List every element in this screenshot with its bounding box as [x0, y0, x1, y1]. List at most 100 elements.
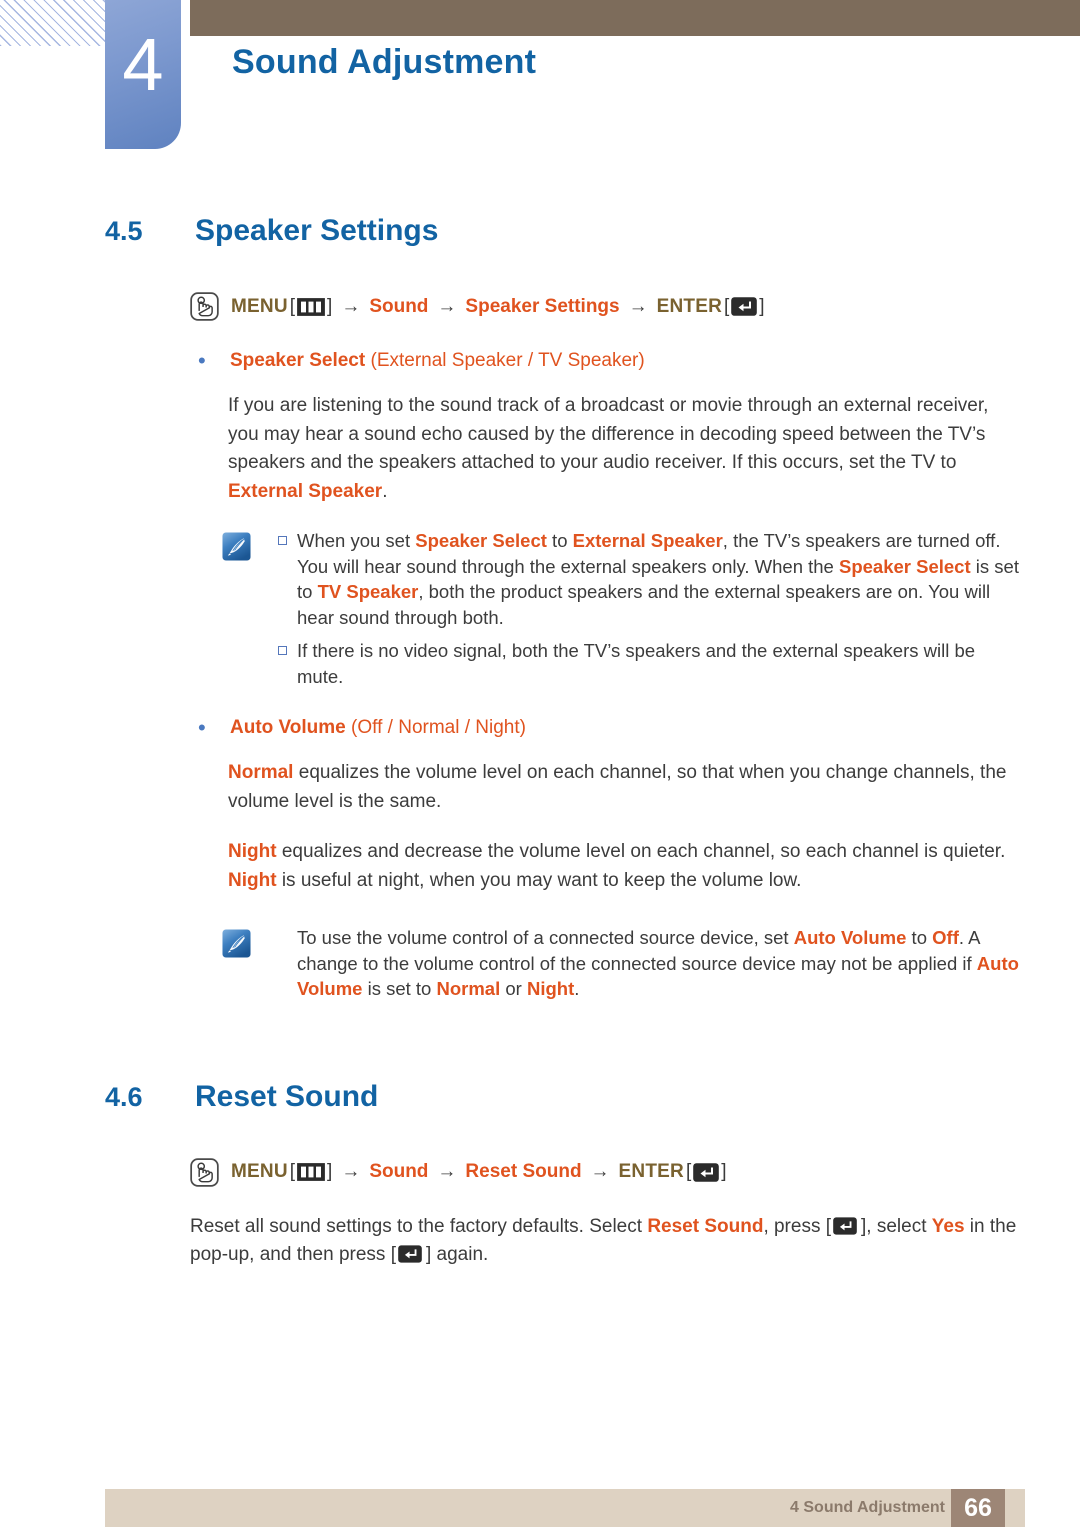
footer-chapter-label: 4 Sound Adjustment: [790, 1499, 945, 1516]
enter-label: ENTER: [618, 1161, 684, 1182]
option-normal: Normal: [398, 717, 460, 738]
note-text-part: or: [500, 978, 527, 999]
paragraph-text-part: , press [: [763, 1215, 832, 1237]
section-title: Reset Sound: [195, 1079, 379, 1113]
section-heading-speaker-settings: 4.5 Speaker Settings: [105, 214, 1080, 248]
page-content: 4.5 Speaker Settings MENU [ ] → Sound → …: [0, 180, 1080, 1270]
menu-label: MENU: [231, 1161, 288, 1182]
hand-touch-icon: [190, 292, 219, 321]
note-square-bullet-icon: [251, 528, 297, 630]
note-text: If there is no video signal, both the TV…: [297, 640, 976, 687]
note-text-part: To use the volume control of a connected…: [297, 927, 794, 948]
paragraph-reset-sound: Reset all sound settings to the factory …: [190, 1213, 1020, 1270]
decorative-hatch-pattern: [0, 0, 112, 46]
paragraph-normal: Normal equalizes the volume level on eac…: [228, 759, 1020, 816]
bullet-auto-volume: Auto Volume (Off / Normal / Night): [190, 715, 1080, 741]
paragraph-text: equalizes and decrease the volume level …: [276, 841, 1006, 862]
path-arrow-1: →: [341, 295, 361, 317]
chapter-number-badge: 4: [105, 0, 181, 149]
note-text-part: When you set: [297, 530, 416, 551]
section-title: Speaker Settings: [195, 214, 439, 247]
option-separator-1: /: [382, 717, 399, 738]
keyword-external-speaker: External Speaker: [228, 480, 383, 502]
note-text-part: is set to: [362, 978, 437, 999]
keyword-auto-volume-1: Auto Volume: [793, 927, 907, 948]
keyword-speaker-select-2: Speaker Select: [838, 555, 971, 577]
bullet-keyword: Speaker Select: [230, 350, 366, 371]
menu-bars-icon: [297, 297, 325, 316]
paren-open: (: [365, 350, 377, 371]
option-external-speaker: External Speaker: [376, 350, 523, 371]
bracket-open-enter: [: [724, 295, 730, 317]
menu-bars-icon: [297, 1163, 325, 1181]
menu-path-step-sound: Sound: [369, 295, 429, 317]
note-text: To use the volume control of a connected…: [297, 925, 1022, 1002]
path-arrow-1: →: [341, 1161, 361, 1182]
keyword-tv-speaker: TV Speaker: [317, 581, 419, 602]
enter-key-icon: [833, 1216, 859, 1235]
paren-close: ): [519, 717, 526, 738]
paragraph-text-part: ], select: [861, 1215, 932, 1237]
bullet-keyword: Auto Volume: [230, 717, 346, 738]
note-body: When you set Speaker Select to External …: [251, 528, 1022, 689]
note-item: If there is no video signal, both the TV…: [251, 638, 1022, 689]
bullet-speaker-select: Speaker Select (External Speaker / TV Sp…: [190, 348, 1080, 374]
option-separator: /: [522, 350, 539, 371]
menu-path-step-speaker-settings: Speaker Settings: [465, 295, 620, 317]
paragraph-text-end: is useful at night, when you may want to…: [276, 869, 802, 891]
note-text-part: to: [906, 927, 933, 948]
note-block-auto-volume: To use the volume control of a connected…: [222, 925, 1022, 1002]
option-separator-2: /: [459, 717, 476, 738]
keyword-reset-sound: Reset Sound: [647, 1215, 764, 1237]
note-pencil-icon: [222, 929, 251, 958]
menu-path-speaker-settings: MENU [ ] → Sound → Speaker Settings → EN…: [190, 292, 1080, 321]
keyword-normal: Normal: [436, 978, 501, 999]
menu-path-reset-sound: MENU [ ] → Sound → Reset Sound → ENTER […: [190, 1157, 1080, 1187]
paragraph-text-part: Reset all sound settings to the factory …: [190, 1215, 648, 1237]
hand-touch-icon: [190, 1157, 219, 1187]
keyword-off: Off: [932, 927, 959, 948]
bracket-close-enter: ]: [721, 1161, 727, 1182]
bracket-open-enter: [: [685, 1161, 692, 1182]
paren-open: (: [345, 717, 358, 738]
note-text-part: to: [546, 530, 573, 551]
bracket-open: [: [289, 1161, 296, 1182]
note-text-part: .: [574, 978, 580, 999]
bracket-close: ]: [327, 295, 333, 317]
keyword-speaker-select: Speaker Select: [415, 530, 547, 551]
path-arrow-3: →: [628, 295, 648, 317]
bullet-text: Speaker Select (External Speaker / TV Sp…: [230, 348, 645, 374]
paragraph-text-end: .: [382, 480, 388, 502]
menu-label: MENU: [231, 295, 288, 317]
paragraph-text-part: ] again.: [425, 1244, 489, 1265]
chapter-title: Sound Adjustment: [232, 43, 537, 81]
page-footer: 4 Sound Adjustment 66: [105, 1489, 1025, 1527]
paragraph-text: equalizes the volume level on each chann…: [228, 762, 1007, 812]
path-arrow-3: →: [590, 1161, 610, 1182]
enter-key-icon: [731, 297, 758, 316]
note-item: When you set Speaker Select to External …: [251, 528, 1022, 630]
paragraph-night: Night equalizes and decrease the volume …: [228, 838, 1020, 895]
menu-path-step-reset-sound: Reset Sound: [465, 1161, 582, 1182]
section-number: 4.6: [105, 1081, 143, 1112]
keyword-night-1: Night: [228, 841, 277, 862]
section-number: 4.5: [105, 216, 143, 246]
keyword-night: Night: [526, 978, 575, 999]
bracket-close: ]: [327, 1161, 333, 1182]
section-heading-reset-sound: 4.6 Reset Sound: [105, 1080, 1080, 1114]
header-brown-bar: [190, 0, 1080, 36]
enter-label: ENTER: [656, 295, 722, 317]
bracket-open: [: [289, 295, 296, 317]
paren-close: ): [638, 350, 645, 371]
option-tv-speaker: TV Speaker: [538, 350, 639, 371]
menu-path-step-sound: Sound: [369, 1161, 429, 1182]
bracket-close-enter: ]: [759, 295, 765, 317]
chapter-number: 4: [122, 23, 164, 106]
keyword-external-speaker: External Speaker: [572, 530, 723, 551]
bullet-dot-icon: [190, 715, 230, 741]
keyword-normal: Normal: [228, 762, 294, 783]
note-pencil-icon: [222, 532, 251, 561]
paragraph-external-receiver: If you are listening to the sound track …: [228, 392, 1020, 506]
note-square-bullet-icon: [251, 638, 297, 689]
paragraph-text: If you are listening to the sound track …: [228, 395, 989, 473]
